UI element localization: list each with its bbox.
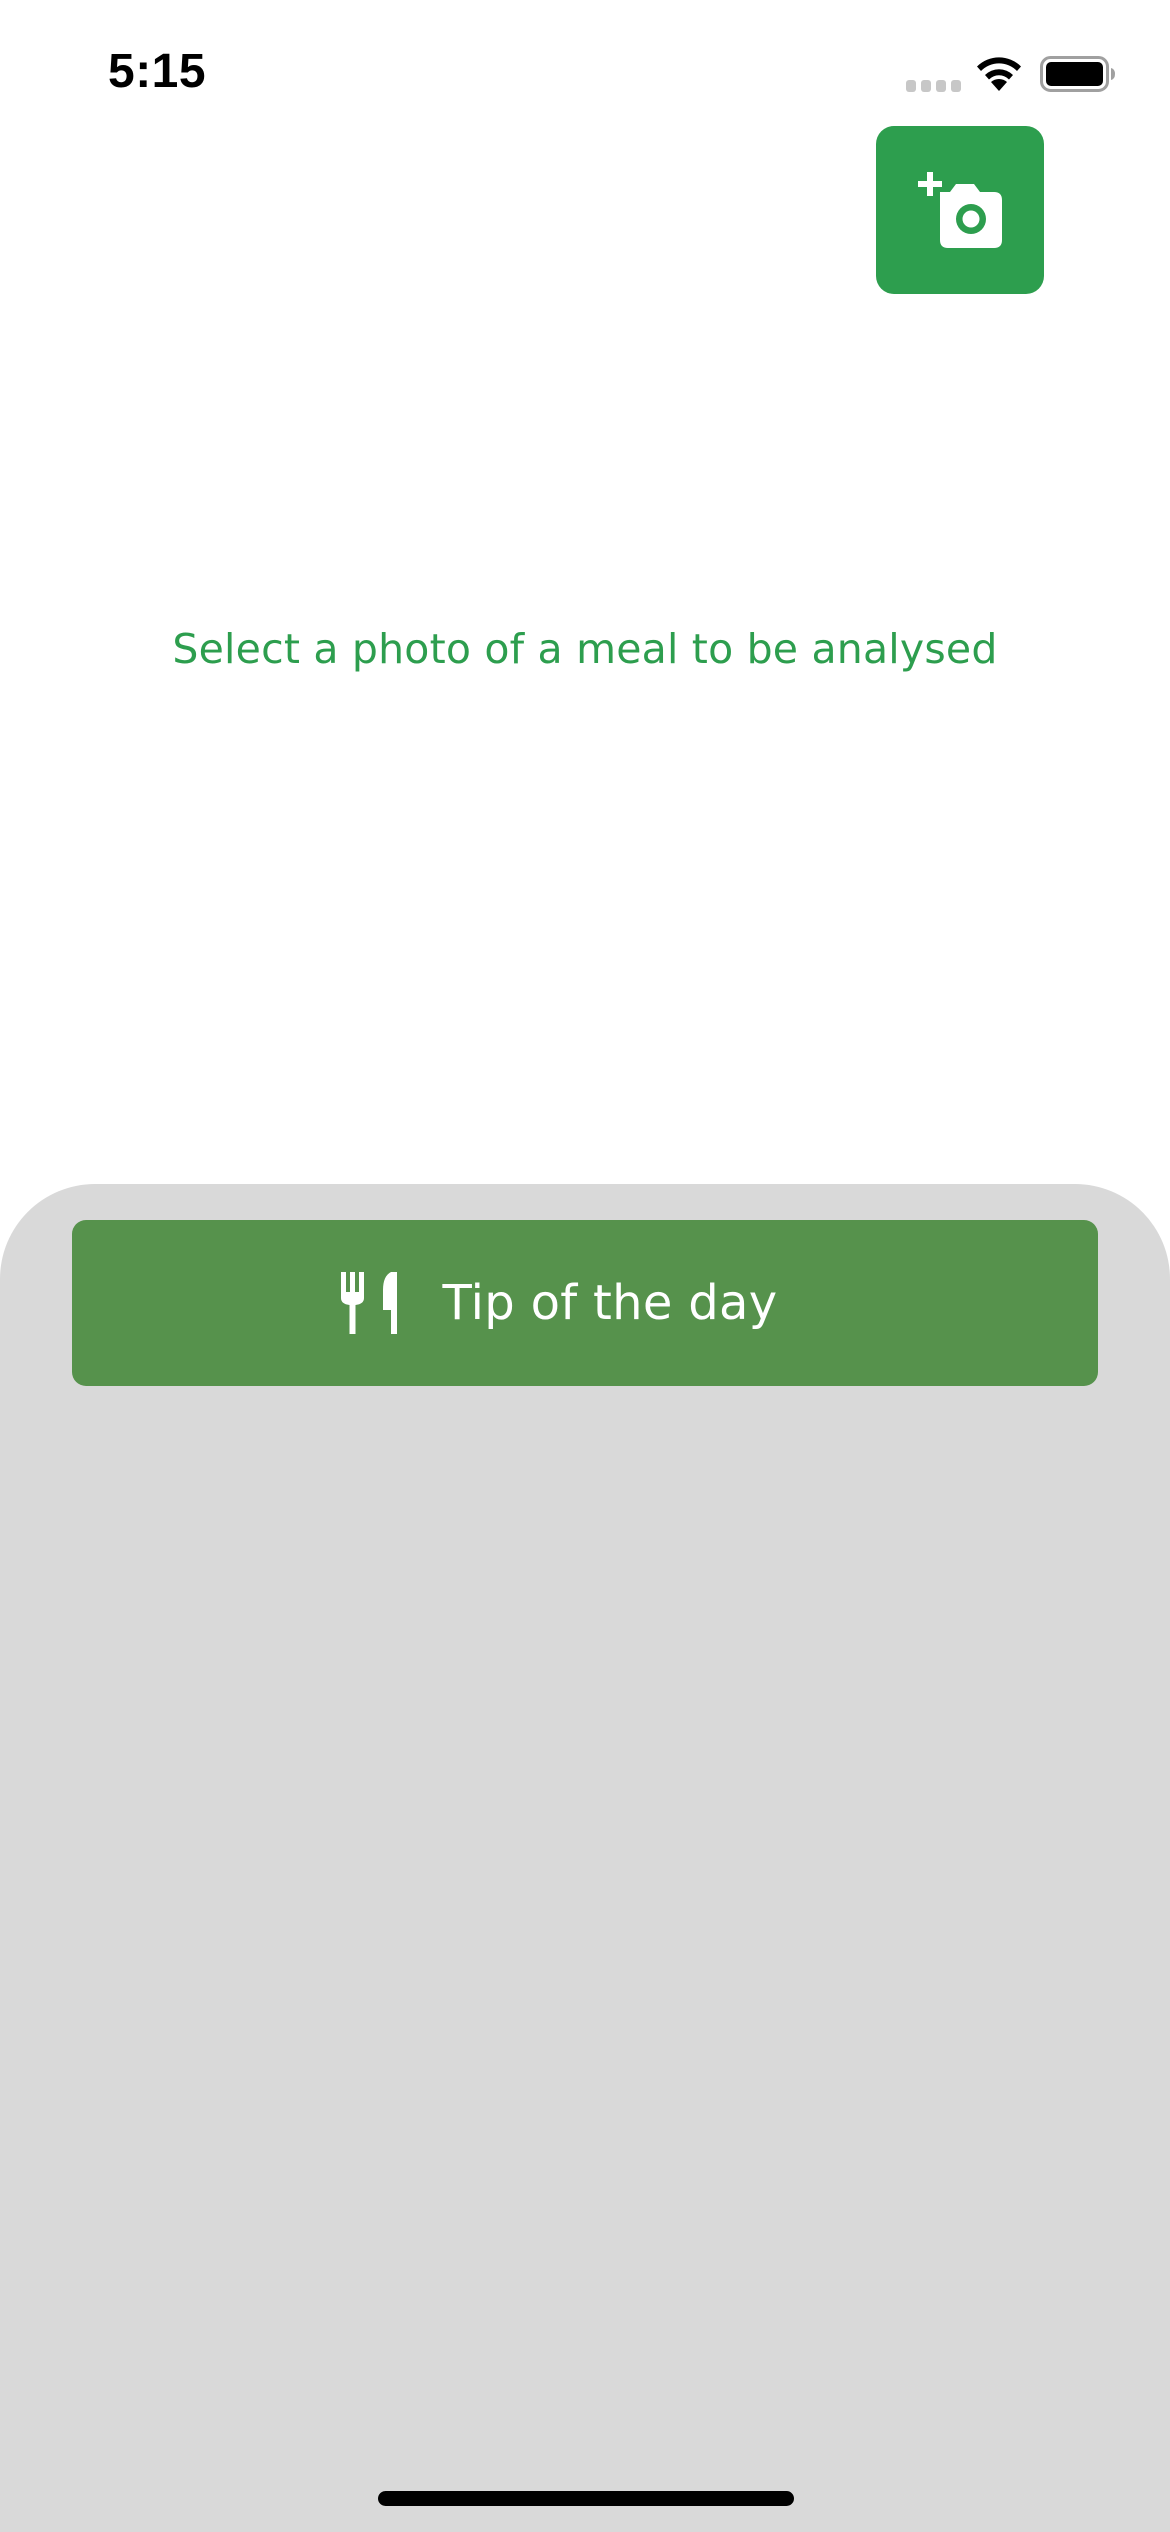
tip-of-the-day-label: Tip of the day xyxy=(442,1275,778,1331)
select-photo-prompt: Select a photo of a meal to be analysed xyxy=(172,625,998,673)
fork-knife-icon xyxy=(340,1272,397,1334)
add-photo-button[interactable] xyxy=(876,126,1044,294)
tip-of-the-day-button[interactable]: Tip of the day xyxy=(72,1220,1098,1386)
add-a-photo-icon xyxy=(918,172,1002,248)
battery-icon xyxy=(1040,56,1115,92)
wifi-icon xyxy=(977,57,1021,91)
bottom-sheet: Tip of the day xyxy=(0,1184,1170,2532)
status-time: 5:15 xyxy=(108,45,207,98)
cellular-signal-icon xyxy=(906,80,961,92)
home-indicator[interactable] xyxy=(378,2491,794,2506)
